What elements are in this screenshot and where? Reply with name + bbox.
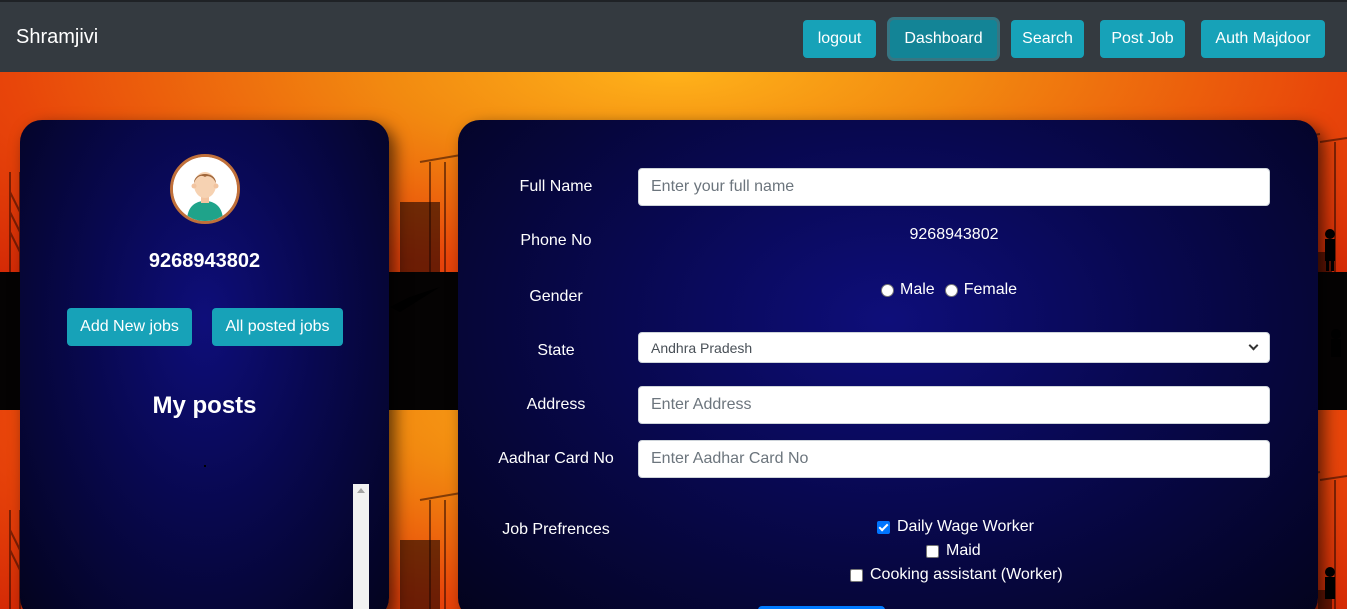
phone-value: 9268943802 [909, 226, 999, 243]
maid-checkbox[interactable] [926, 544, 939, 558]
my-posts-heading: My posts [152, 392, 257, 419]
phone-label: Phone No [520, 232, 592, 249]
full-name-label: Full Name [519, 178, 593, 195]
state-select[interactable]: Andhra Pradesh [638, 332, 1270, 363]
scroll-up-icon[interactable] [357, 488, 365, 493]
profile-phone: 9268943802 [148, 250, 261, 272]
gender-label: Gender [529, 288, 583, 305]
female-radio-label: Female [963, 281, 1018, 298]
maid-label: Maid [946, 542, 981, 559]
cooking-label: Cooking assistant (Worker) [870, 566, 1063, 583]
dashboard-button[interactable]: Dashboard [890, 20, 997, 58]
top-navbar: Shramjivi logout Dashboard Search Post J… [0, 0, 1347, 72]
logout-button[interactable]: logout [803, 20, 876, 58]
job-preferences-label: Job Prefrences [502, 521, 610, 538]
auth-majdoor-button[interactable]: Auth Majdoor [1201, 20, 1325, 58]
search-button[interactable]: Search [1011, 20, 1084, 58]
job-pref-cooking[interactable]: Cooking assistant (Worker) [850, 566, 1063, 584]
aadhar-input[interactable] [638, 440, 1270, 478]
loading-dot [204, 465, 206, 467]
job-pref-daily-wage[interactable]: Daily Wage Worker [877, 518, 1034, 536]
gender-radio-group: Male Female [881, 281, 1017, 299]
post-job-button[interactable]: Post Job [1100, 20, 1185, 58]
all-posted-jobs-button[interactable]: All posted jobs [212, 308, 343, 346]
state-label: State [537, 342, 575, 359]
female-radio[interactable] [944, 283, 958, 297]
chevron-down-icon [1248, 340, 1259, 351]
aadhar-label: Aadhar Card No [498, 450, 614, 467]
user-avatar-icon [173, 157, 237, 221]
avatar [170, 154, 240, 224]
profile-form-card: Full Name Phone No 9268943802 Gender Mal… [458, 120, 1318, 609]
male-radio-label: Male [900, 281, 935, 298]
male-radio[interactable] [881, 283, 894, 297]
profile-card: 9268943802 Add New jobs All posted jobs … [20, 120, 389, 609]
address-label: Address [526, 396, 586, 413]
full-name-input[interactable] [638, 168, 1270, 206]
posts-scrollbar[interactable] [353, 484, 369, 609]
daily-wage-label: Daily Wage Worker [897, 518, 1034, 535]
job-pref-maid[interactable]: Maid [926, 542, 981, 560]
state-selected-value: Andhra Pradesh [651, 339, 753, 356]
address-input[interactable] [638, 386, 1270, 424]
cooking-checkbox[interactable] [850, 568, 863, 582]
brand-logo[interactable]: Shramjivi [16, 26, 98, 49]
daily-wage-checkbox[interactable] [877, 520, 890, 534]
add-new-jobs-button[interactable]: Add New jobs [67, 308, 192, 346]
